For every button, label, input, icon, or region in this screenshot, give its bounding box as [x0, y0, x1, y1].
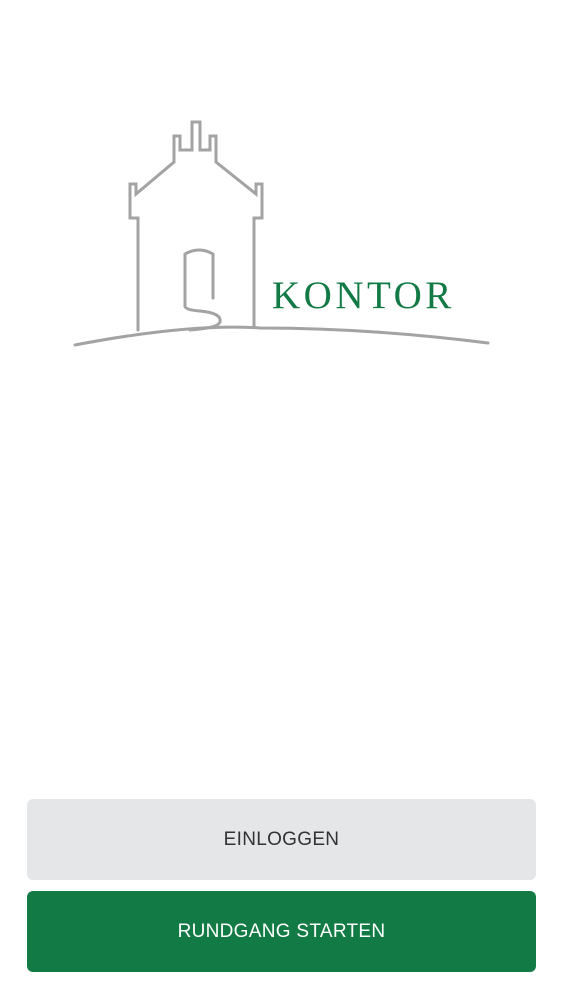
house-gate-icon	[73, 120, 490, 347]
login-button[interactable]: EINLOGGEN	[27, 799, 536, 880]
brand-name: KONTOR	[272, 274, 455, 317]
start-tour-button[interactable]: RUNDGANG STARTEN	[27, 891, 536, 972]
kontor-logo: KONTOR	[70, 118, 495, 353]
